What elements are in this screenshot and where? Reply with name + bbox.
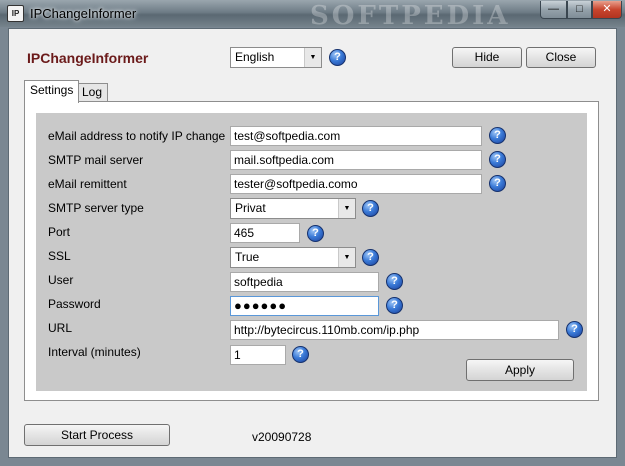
user-help-icon[interactable]: ? [386, 273, 403, 290]
maximize-button[interactable]: □ [567, 1, 592, 19]
interval-input[interactable]: 1 [230, 345, 286, 365]
port-label: Port [48, 225, 71, 239]
smtp-server-label: SMTP mail server [48, 153, 144, 167]
email-remittent-input[interactable]: tester@softpedia.como [230, 174, 482, 194]
hide-button[interactable]: Hide [452, 47, 522, 68]
window-title: IPChangeInformer [30, 6, 137, 21]
minimize-button[interactable]: — [540, 1, 567, 19]
start-process-button[interactable]: Start Process [24, 424, 170, 446]
chevron-down-icon[interactable]: ▼ [304, 48, 321, 67]
ssl-label: SSL [48, 249, 71, 263]
apply-button[interactable]: Apply [466, 359, 574, 381]
window-client-area: IPChangeInformer English ▼ ? Hide Close … [8, 28, 617, 458]
settings-panel: eMail address to notify IP change test@s… [24, 101, 599, 401]
close-button[interactable]: Close [526, 47, 596, 68]
app-icon: IP [7, 5, 24, 22]
user-label: User [48, 273, 74, 287]
smtp-type-selected-value: Privat [235, 201, 266, 215]
window-close-button[interactable]: ✕ [592, 1, 622, 19]
user-input[interactable]: softpedia [230, 272, 379, 292]
chevron-down-icon[interactable]: ▼ [338, 199, 355, 218]
smtp-type-select[interactable]: Privat ▼ [230, 198, 356, 219]
language-select[interactable]: English ▼ [230, 47, 322, 68]
email-notify-label: eMail address to notify IP change [48, 129, 226, 143]
password-label: Password [48, 297, 101, 311]
interval-help-icon[interactable]: ? [292, 346, 309, 363]
password-input[interactable]: ●●●●●● [230, 296, 379, 316]
tab-settings[interactable]: Settings [24, 80, 80, 103]
version-label: v20090728 [252, 430, 312, 444]
email-remittent-help-icon[interactable]: ? [489, 175, 506, 192]
email-remittent-label: eMail remittent [48, 177, 127, 191]
smtp-type-label: SMTP server type [48, 201, 144, 215]
interval-label: Interval (minutes) [48, 345, 141, 359]
url-input[interactable]: http://bytecircus.110mb.com/ip.php [230, 320, 559, 340]
tab-log[interactable]: Log [76, 83, 109, 102]
chevron-down-icon[interactable]: ▼ [338, 248, 355, 267]
email-notify-help-icon[interactable]: ? [489, 127, 506, 144]
url-label: URL [48, 321, 73, 335]
ssl-selected-value: True [235, 250, 260, 264]
app-heading: IPChangeInformer [27, 50, 149, 66]
ssl-help-icon[interactable]: ? [362, 249, 379, 266]
email-notify-input[interactable]: test@softpedia.com [230, 126, 482, 146]
smtp-type-help-icon[interactable]: ? [362, 200, 379, 217]
url-help-icon[interactable]: ? [566, 321, 583, 338]
smtp-server-input[interactable]: mail.softpedia.com [230, 150, 482, 170]
settings-form: eMail address to notify IP change test@s… [36, 113, 587, 391]
password-help-icon[interactable]: ? [386, 297, 403, 314]
ssl-select[interactable]: True ▼ [230, 247, 356, 268]
title-bar[interactable]: IP IPChangeInformer SOFTPEDIA — □ ✕ [0, 0, 625, 31]
softpedia-watermark: SOFTPEDIA [310, 1, 511, 31]
port-input[interactable]: 465 [230, 223, 300, 243]
port-help-icon[interactable]: ? [307, 225, 324, 242]
smtp-server-help-icon[interactable]: ? [489, 151, 506, 168]
help-icon[interactable]: ? [329, 49, 346, 66]
language-selected-value: English [235, 50, 275, 64]
